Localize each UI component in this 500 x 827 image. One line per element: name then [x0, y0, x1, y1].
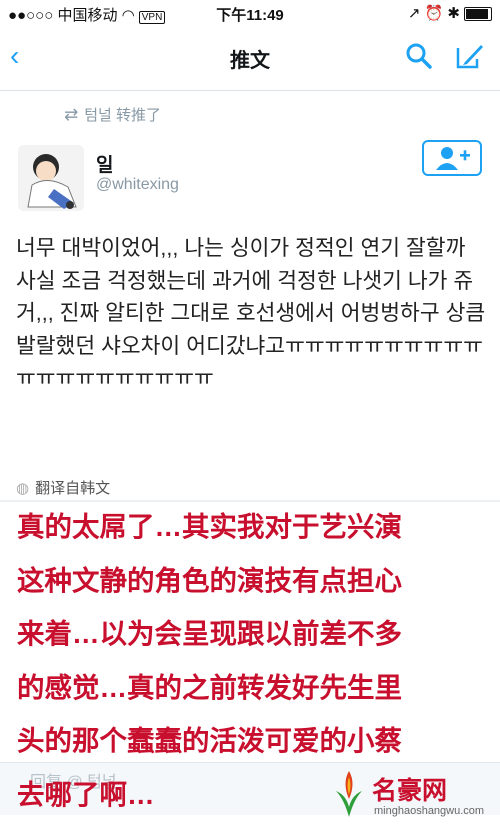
retweet-icon: ⇄ [64, 105, 79, 124]
add-user-icon [436, 147, 470, 170]
retweet-action: 转推了 [116, 107, 162, 124]
watermark: 名豪网 minghaoshangwu.com [322, 765, 500, 825]
tweet-text: 너무 대박이었어,,, 나는 싱이가 정적인 연기 잘할까 사실 조금 걱정했는… [16, 236, 486, 390]
caption-line: 来着…以为会呈现跟以前差不多 [17, 618, 402, 649]
watermark-url: minghaoshangwu.com [374, 805, 485, 817]
battery-icon [464, 7, 492, 22]
retweet-header: ⇄ 텀널 转推了 [64, 104, 161, 125]
watermark-name: 名豪网 [372, 777, 448, 805]
caption-line: 这种文静的角色的演技有点担心 [17, 564, 402, 596]
user-handle[interactable]: @whitexing [96, 176, 179, 194]
nav-bar: ‹ 推文 [0, 26, 500, 91]
display-name[interactable]: 일 [96, 150, 113, 177]
translate-label: 翻译自韩文 [35, 480, 111, 497]
caption-line: 的感觉…真的之前转发好先生里 [17, 671, 402, 703]
globe-icon: ◍ [16, 480, 30, 497]
watermark-logo-icon [336, 771, 362, 817]
search-icon[interactable] [406, 43, 432, 69]
caption-line: 真的太屌了…其实我对于艺兴演 [17, 511, 402, 542]
retweeter-name[interactable]: 텀널 [84, 107, 112, 124]
status-right-icons: ↗ ⏰ ✱ [408, 4, 492, 22]
avatar-illustration [18, 145, 84, 211]
avatar[interactable] [18, 145, 84, 211]
status-bar: ●●○○○ 中国移动 ◠ VPN 下午11:49 ↗ ⏰ ✱ [0, 0, 500, 26]
translate-row[interactable]: ◍ 翻译自韩文 [16, 477, 110, 498]
caption-line: 头的那个蠢蠢的活泼可爱的小蔡 [17, 725, 402, 756]
compose-icon[interactable] [455, 42, 485, 70]
follow-button[interactable] [422, 140, 482, 176]
